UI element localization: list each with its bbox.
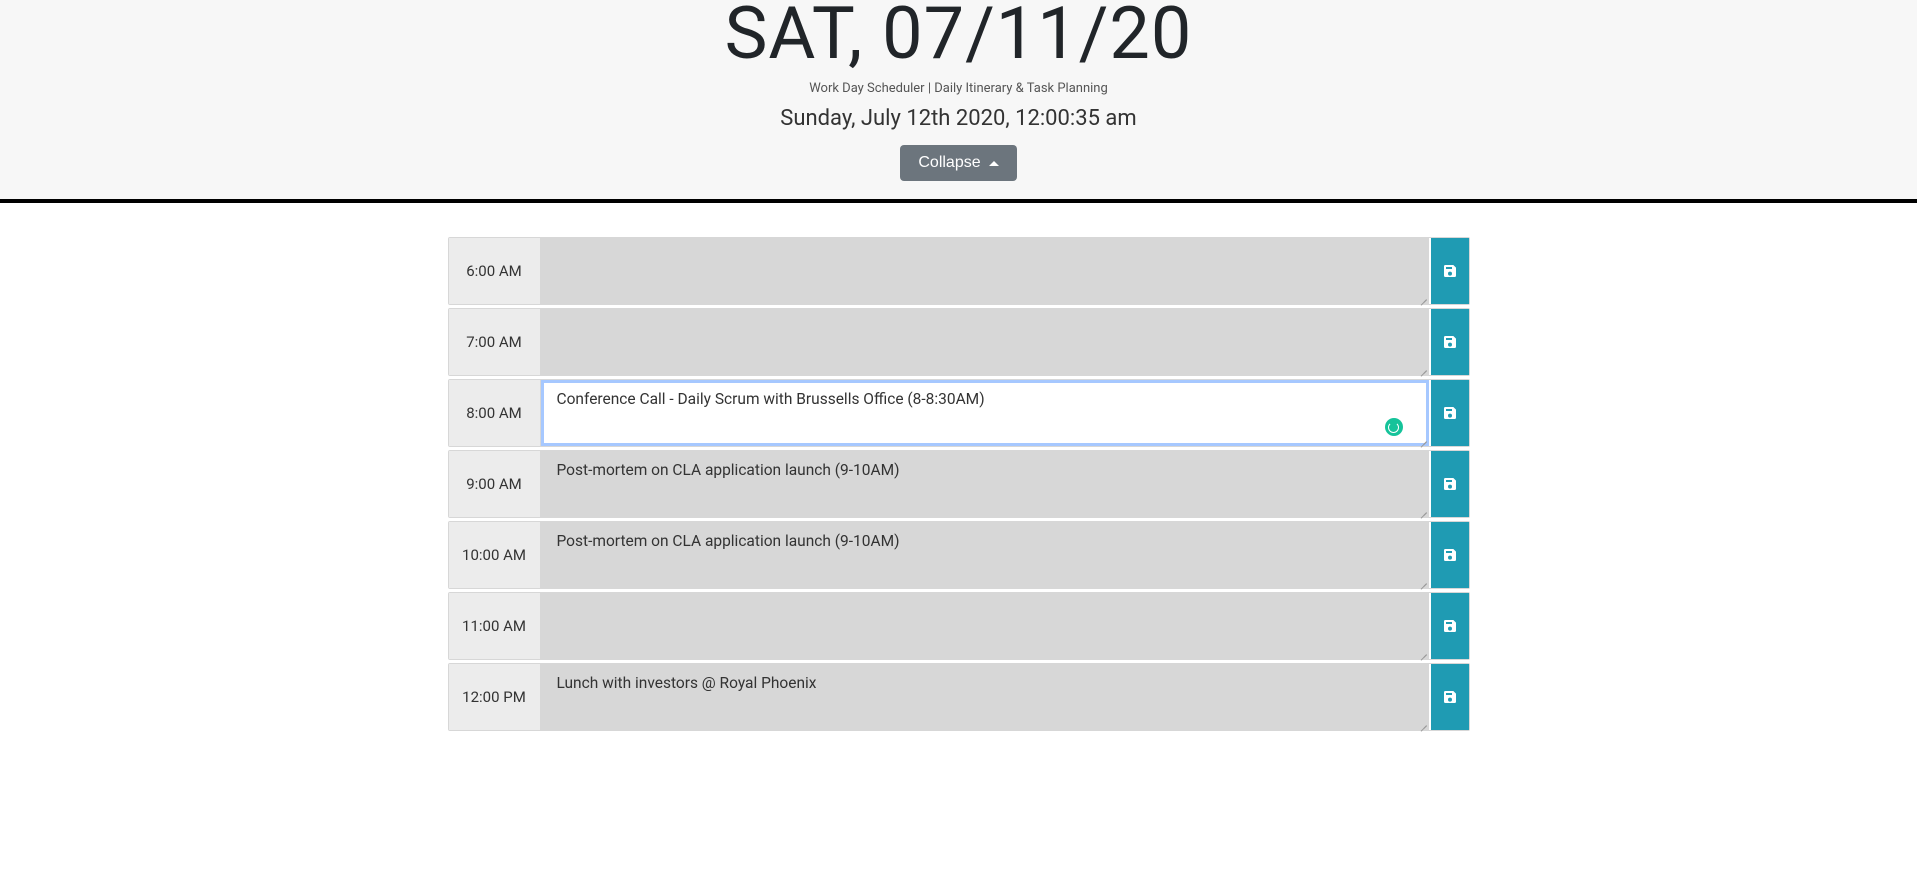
task-input[interactable]	[541, 238, 1429, 304]
hour-label: 9:00 AM	[449, 451, 541, 517]
schedule-row: 6:00 AM	[448, 237, 1470, 305]
task-input[interactable]	[541, 309, 1429, 375]
hour-label: 7:00 AM	[449, 309, 541, 375]
save-icon	[1442, 334, 1458, 350]
subtitle: Work Day Scheduler | Daily Itinerary & T…	[0, 81, 1917, 96]
caret-up-icon	[989, 161, 999, 166]
hour-label: 8:00 AM	[449, 380, 541, 446]
task-cell	[541, 522, 1429, 588]
collapse-button[interactable]: Collapse	[900, 145, 1016, 181]
schedule-row: 7:00 AM	[448, 308, 1470, 376]
schedule-row: 10:00 AM	[448, 521, 1470, 589]
grammarly-icon	[1385, 418, 1403, 436]
task-input[interactable]	[541, 451, 1429, 517]
page-title: SAT, 07/11/20	[0, 0, 1917, 73]
save-icon	[1442, 263, 1458, 279]
task-cell	[541, 664, 1429, 730]
save-icon	[1442, 547, 1458, 563]
save-button[interactable]	[1431, 664, 1469, 730]
hour-label: 10:00 AM	[449, 522, 541, 588]
save-icon	[1442, 618, 1458, 634]
hour-label: 12:00 PM	[449, 664, 541, 730]
save-button[interactable]	[1431, 380, 1469, 446]
schedule-row: 12:00 PM	[448, 663, 1470, 731]
task-cell	[541, 309, 1429, 375]
schedule-row: 8:00 AM	[448, 379, 1470, 447]
task-cell	[541, 238, 1429, 304]
task-cell	[541, 451, 1429, 517]
task-input[interactable]	[541, 593, 1429, 659]
hour-label: 11:00 AM	[449, 593, 541, 659]
save-icon	[1442, 405, 1458, 421]
task-cell	[541, 593, 1429, 659]
save-button[interactable]	[1431, 238, 1469, 304]
task-input[interactable]	[541, 522, 1429, 588]
save-button[interactable]	[1431, 309, 1469, 375]
save-icon	[1442, 476, 1458, 492]
save-button[interactable]	[1431, 593, 1469, 659]
task-input[interactable]	[541, 380, 1429, 446]
save-icon	[1442, 689, 1458, 705]
save-button[interactable]	[1431, 451, 1469, 517]
task-input[interactable]	[541, 664, 1429, 730]
save-button[interactable]	[1431, 522, 1469, 588]
schedule-row: 11:00 AM	[448, 592, 1470, 660]
collapse-label: Collapse	[918, 154, 980, 172]
current-time: Sunday, July 12th 2020, 12:00:35 am	[0, 106, 1917, 131]
hour-label: 6:00 AM	[449, 238, 541, 304]
schedule-row: 9:00 AM	[448, 450, 1470, 518]
task-cell	[541, 380, 1429, 446]
header: SAT, 07/11/20 Work Day Scheduler | Daily…	[0, 0, 1917, 203]
schedule: 6:00 AM7:00 AM8:00 AM9:00 AM10:00 AM11:0…	[448, 237, 1470, 731]
